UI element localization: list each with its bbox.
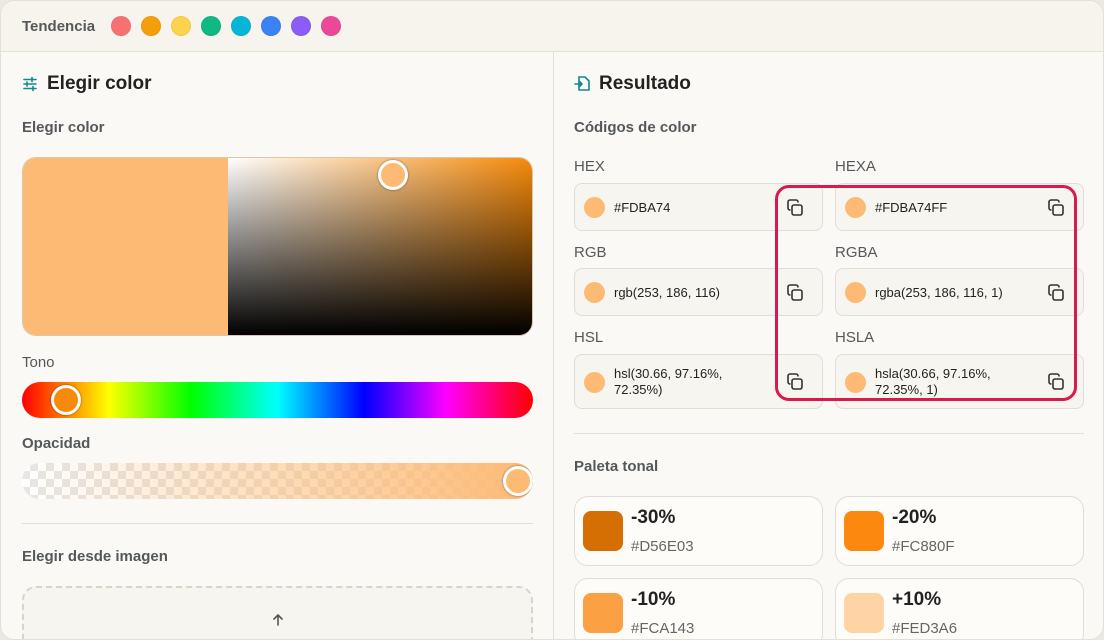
image-dropzone[interactable] bbox=[22, 586, 533, 639]
code-label-hexa: HEXA bbox=[835, 158, 876, 175]
opacity-slider[interactable] bbox=[22, 463, 533, 499]
code-label-hsl: HSL bbox=[574, 329, 604, 346]
highlight-annotation bbox=[775, 185, 1077, 401]
palette-percent: -20% bbox=[892, 507, 937, 528]
palette-percent: +10% bbox=[892, 589, 942, 610]
color-preview bbox=[23, 158, 228, 335]
palette-card[interactable]: -20% #FC880F bbox=[835, 496, 1084, 566]
export-icon bbox=[574, 76, 590, 91]
saturation-knob[interactable] bbox=[378, 160, 408, 190]
palette-swatch bbox=[583, 511, 623, 551]
code-value-hsl: hsl(30.66, 97.16%, 72.35%) bbox=[614, 366, 722, 398]
palette-hex: #FCA143 bbox=[631, 620, 695, 637]
trend-swatch-blue[interactable] bbox=[261, 16, 281, 36]
right-divider bbox=[574, 433, 1084, 434]
image-picker-label: Elegir desde imagen bbox=[22, 548, 168, 565]
palette-swatch bbox=[844, 593, 884, 633]
opacity-gradient bbox=[22, 463, 533, 499]
trend-bar: Tendencia bbox=[1, 1, 1103, 52]
code-label-rgb: RGB bbox=[574, 244, 607, 261]
color-picker[interactable] bbox=[22, 157, 533, 336]
palette-swatch bbox=[844, 511, 884, 551]
palette-percent: -30% bbox=[631, 507, 676, 528]
opacity-knob[interactable] bbox=[503, 466, 533, 496]
trend-swatch-pink[interactable] bbox=[321, 16, 341, 36]
code-value-hex: #FDBA74 bbox=[614, 200, 671, 215]
hue-label: Tono bbox=[22, 354, 55, 371]
code-value-hsl-line1: hsl(30.66, 97.16%, bbox=[614, 366, 723, 381]
color-dot bbox=[584, 197, 605, 218]
palette-card[interactable]: -30% #D56E03 bbox=[574, 496, 823, 566]
hue-slider[interactable] bbox=[22, 382, 533, 418]
trend-swatch-cyan[interactable] bbox=[231, 16, 251, 36]
upload-icon bbox=[273, 614, 283, 626]
trend-swatch-red[interactable] bbox=[111, 16, 131, 36]
picker-label: Elegir color bbox=[22, 119, 105, 136]
hue-knob[interactable] bbox=[51, 385, 81, 415]
color-codes-label: Códigos de color bbox=[574, 119, 697, 136]
code-value-hsl-line2: 72.35%) bbox=[614, 382, 663, 397]
palette-percent: -10% bbox=[631, 589, 676, 610]
result-panel-title: Resultado bbox=[599, 73, 691, 94]
app-frame: Tendencia Elegir color Elegir color Tono… bbox=[0, 0, 1104, 640]
picker-panel-title: Elegir color bbox=[47, 73, 152, 94]
trend-swatch-green[interactable] bbox=[201, 16, 221, 36]
color-dot bbox=[584, 282, 605, 303]
trend-label: Tendencia bbox=[22, 18, 96, 35]
palette-hex: #D56E03 bbox=[631, 538, 694, 555]
palette-hex: #FED3A6 bbox=[892, 620, 958, 637]
left-divider bbox=[22, 523, 533, 524]
opacity-label: Opacidad bbox=[22, 435, 91, 452]
palette-card[interactable]: +10% #FED3A6 bbox=[835, 578, 1084, 639]
palette-card[interactable]: -10% #FCA143 bbox=[574, 578, 823, 639]
trend-swatch-yellow[interactable] bbox=[171, 16, 191, 36]
palette-swatch bbox=[583, 593, 623, 633]
code-value-rgb: rgb(253, 186, 116) bbox=[614, 285, 720, 300]
palette-hex: #FC880F bbox=[892, 538, 955, 555]
column-divider bbox=[553, 52, 554, 639]
trend-swatch-orange[interactable] bbox=[141, 16, 161, 36]
trend-swatch-violet[interactable] bbox=[291, 16, 311, 36]
code-label-hex: HEX bbox=[574, 158, 605, 175]
color-dot bbox=[584, 372, 605, 393]
saturation-value-area[interactable] bbox=[228, 158, 532, 335]
tonal-palette-label: Paleta tonal bbox=[574, 458, 659, 475]
sliders-icon bbox=[23, 76, 37, 92]
